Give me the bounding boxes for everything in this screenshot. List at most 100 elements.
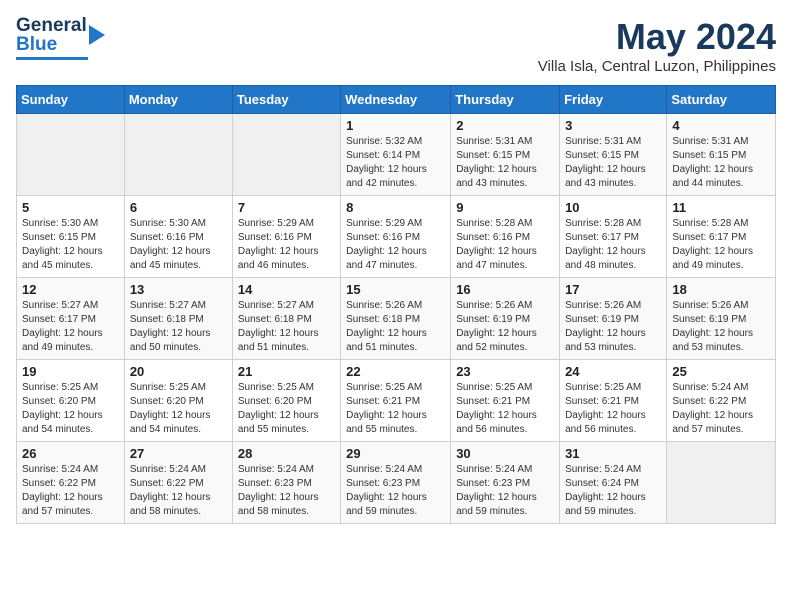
day-number: 4: [672, 118, 770, 133]
calendar-cell: 1 Sunrise: 5:32 AM Sunset: 6:14 PM Daylig…: [341, 114, 451, 196]
day-number: 20: [130, 364, 227, 379]
day-number: 13: [130, 282, 227, 297]
col-header-sunday: Sunday: [17, 86, 125, 114]
day-number: 9: [456, 200, 554, 215]
logo-text-blue: Blue: [16, 35, 87, 54]
calendar-cell: 15 Sunrise: 5:26 AM Sunset: 6:18 PM Dayli…: [341, 278, 451, 360]
day-info: Sunrise: 5:24 AM Sunset: 6:23 PM Dayligh…: [346, 463, 445, 519]
calendar-cell: 30Sunrise: 5:24 AM Sunset: 6:23 PM Dayli…: [451, 442, 560, 524]
calendar-cell: [17, 114, 125, 196]
week-row-4: 19Sunrise: 5:25 AM Sunset: 6:20 PM Dayli…: [17, 360, 776, 442]
col-header-wednesday: Wednesday: [341, 86, 451, 114]
calendar-cell: 12Sunrise: 5:27 AM Sunset: 6:17 PM Dayli…: [17, 278, 125, 360]
day-info: Sunrise: 5:26 AM Sunset: 6:19 PM Dayligh…: [565, 299, 661, 355]
calendar-cell: 6 Sunrise: 5:30 AM Sunset: 6:16 PM Daylig…: [124, 196, 232, 278]
day-number: 28: [238, 446, 335, 461]
page-header: General Blue May 2024 Villa Isla, Centra…: [16, 16, 776, 75]
calendar-cell: 11 Sunrise: 5:28 AM Sunset: 6:17 PM Dayli…: [667, 196, 776, 278]
day-number: 31: [565, 446, 661, 461]
calendar-cell: 23Sunrise: 5:25 AM Sunset: 6:21 PM Dayli…: [451, 360, 560, 442]
calendar-cell: 8Sunrise: 5:29 AM Sunset: 6:16 PM Daylig…: [341, 196, 451, 278]
day-number: 15: [346, 282, 445, 297]
col-header-thursday: Thursday: [451, 86, 560, 114]
day-info: Sunrise: 5:26 AM Sunset: 6:19 PM Dayligh…: [672, 299, 770, 355]
col-header-friday: Friday: [560, 86, 667, 114]
calendar-cell: 20Sunrise: 5:25 AM Sunset: 6:20 PM Dayli…: [124, 360, 232, 442]
day-number: 5: [22, 200, 119, 215]
day-info: Sunrise: 5:24 AM Sunset: 6:24 PM Dayligh…: [565, 463, 661, 519]
day-number: 30: [456, 446, 554, 461]
day-info: Sunrise: 5:25 AM Sunset: 6:20 PM Dayligh…: [22, 381, 119, 437]
logo-text-general: General: [16, 16, 87, 35]
day-number: 12: [22, 282, 119, 297]
day-info: Sunrise: 5:28 AM Sunset: 6:16 PM Dayligh…: [456, 217, 554, 273]
calendar-cell: [232, 114, 340, 196]
col-header-tuesday: Tuesday: [232, 86, 340, 114]
day-number: 6: [130, 200, 227, 215]
day-number: 8: [346, 200, 445, 215]
day-number: 22: [346, 364, 445, 379]
day-info: Sunrise: 5:24 AM Sunset: 6:22 PM Dayligh…: [672, 381, 770, 437]
day-number: 21: [238, 364, 335, 379]
week-row-2: 5Sunrise: 5:30 AM Sunset: 6:15 PM Daylig…: [17, 196, 776, 278]
day-number: 3: [565, 118, 661, 133]
day-number: 11: [672, 200, 770, 215]
calendar-cell: 5Sunrise: 5:30 AM Sunset: 6:15 PM Daylig…: [17, 196, 125, 278]
calendar-cell: 24 Sunrise: 5:25 AM Sunset: 6:21 PM Dayli…: [560, 360, 667, 442]
calendar-cell: 7 Sunrise: 5:29 AM Sunset: 6:16 PM Daylig…: [232, 196, 340, 278]
day-info: Sunrise: 5:31 AM Sunset: 6:15 PM Dayligh…: [672, 135, 770, 191]
calendar-cell: 14Sunrise: 5:27 AM Sunset: 6:18 PM Dayli…: [232, 278, 340, 360]
calendar-cell: 9 Sunrise: 5:28 AM Sunset: 6:16 PM Daylig…: [451, 196, 560, 278]
title-block: May 2024 Villa Isla, Central Luzon, Phil…: [538, 16, 776, 75]
day-number: 24: [565, 364, 661, 379]
day-number: 27: [130, 446, 227, 461]
logo: General Blue: [16, 16, 105, 60]
calendar-cell: 18 Sunrise: 5:26 AM Sunset: 6:19 PM Dayli…: [667, 278, 776, 360]
day-info: Sunrise: 5:25 AM Sunset: 6:21 PM Dayligh…: [565, 381, 661, 437]
day-info: Sunrise: 5:28 AM Sunset: 6:17 PM Dayligh…: [672, 217, 770, 273]
day-info: Sunrise: 5:24 AM Sunset: 6:22 PM Dayligh…: [22, 463, 119, 519]
day-info: Sunrise: 5:25 AM Sunset: 6:21 PM Dayligh…: [346, 381, 445, 437]
day-number: 26: [22, 446, 119, 461]
calendar-cell: 25Sunrise: 5:24 AM Sunset: 6:22 PM Dayli…: [667, 360, 776, 442]
col-header-monday: Monday: [124, 86, 232, 114]
day-number: 29: [346, 446, 445, 461]
day-info: Sunrise: 5:31 AM Sunset: 6:15 PM Dayligh…: [565, 135, 661, 191]
calendar-cell: 19Sunrise: 5:25 AM Sunset: 6:20 PM Dayli…: [17, 360, 125, 442]
week-row-5: 26 Sunrise: 5:24 AM Sunset: 6:22 PM Dayli…: [17, 442, 776, 524]
day-info: Sunrise: 5:31 AM Sunset: 6:15 PM Dayligh…: [456, 135, 554, 191]
day-number: 16: [456, 282, 554, 297]
calendar-cell: 27 Sunrise: 5:24 AM Sunset: 6:22 PM Dayli…: [124, 442, 232, 524]
col-header-saturday: Saturday: [667, 86, 776, 114]
logo-arrow-icon: [89, 25, 105, 45]
calendar-cell: [124, 114, 232, 196]
month-title: May 2024: [538, 16, 776, 58]
calendar-table: SundayMondayTuesdayWednesdayThursdayFrid…: [16, 85, 776, 524]
calendar-cell: 10 Sunrise: 5:28 AM Sunset: 6:17 PM Dayli…: [560, 196, 667, 278]
day-info: Sunrise: 5:30 AM Sunset: 6:16 PM Dayligh…: [130, 217, 227, 273]
day-number: 18: [672, 282, 770, 297]
day-info: Sunrise: 5:29 AM Sunset: 6:16 PM Dayligh…: [238, 217, 335, 273]
calendar-cell: 31 Sunrise: 5:24 AM Sunset: 6:24 PM Dayli…: [560, 442, 667, 524]
day-number: 10: [565, 200, 661, 215]
calendar-cell: 29 Sunrise: 5:24 AM Sunset: 6:23 PM Dayli…: [341, 442, 451, 524]
day-number: 17: [565, 282, 661, 297]
day-number: 7: [238, 200, 335, 215]
day-info: Sunrise: 5:32 AM Sunset: 6:14 PM Dayligh…: [346, 135, 445, 191]
day-info: Sunrise: 5:25 AM Sunset: 6:20 PM Dayligh…: [238, 381, 335, 437]
day-info: Sunrise: 5:27 AM Sunset: 6:18 PM Dayligh…: [130, 299, 227, 355]
calendar-cell: [667, 442, 776, 524]
day-number: 1: [346, 118, 445, 133]
calendar-cell: 28Sunrise: 5:24 AM Sunset: 6:23 PM Dayli…: [232, 442, 340, 524]
week-row-3: 12Sunrise: 5:27 AM Sunset: 6:17 PM Dayli…: [17, 278, 776, 360]
header-row: SundayMondayTuesdayWednesdayThursdayFrid…: [17, 86, 776, 114]
day-info: Sunrise: 5:24 AM Sunset: 6:22 PM Dayligh…: [130, 463, 227, 519]
day-info: Sunrise: 5:26 AM Sunset: 6:18 PM Dayligh…: [346, 299, 445, 355]
day-number: 2: [456, 118, 554, 133]
day-info: Sunrise: 5:28 AM Sunset: 6:17 PM Dayligh…: [565, 217, 661, 273]
day-number: 23: [456, 364, 554, 379]
week-row-1: 1 Sunrise: 5:32 AM Sunset: 6:14 PM Daylig…: [17, 114, 776, 196]
calendar-cell: 3 Sunrise: 5:31 AM Sunset: 6:15 PM Daylig…: [560, 114, 667, 196]
calendar-cell: 13 Sunrise: 5:27 AM Sunset: 6:18 PM Dayli…: [124, 278, 232, 360]
location-title: Villa Isla, Central Luzon, Philippines: [538, 58, 776, 75]
